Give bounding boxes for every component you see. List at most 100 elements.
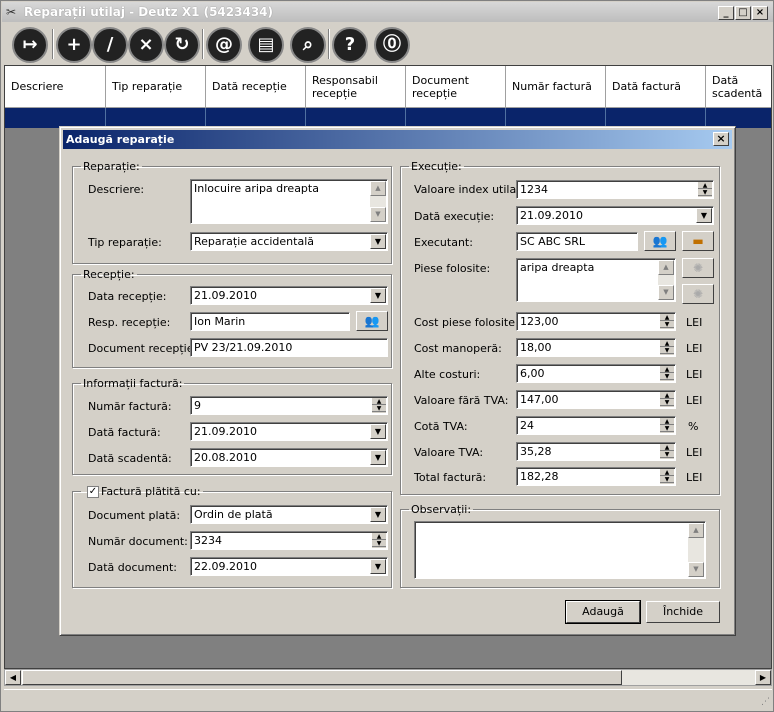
gear-icon[interactable]: ✺ [682, 284, 714, 304]
table-cell[interactable] [506, 108, 606, 128]
execution-date-label: Dată execuție: [414, 210, 495, 223]
delete-icon[interactable]: × [128, 27, 164, 63]
executant-field[interactable]: SC ABC SRL [516, 232, 638, 251]
spinner-icon[interactable]: ▲ ▼ [659, 469, 674, 484]
spinner-icon[interactable]: ▲ ▼ [659, 314, 674, 329]
notes-memo[interactable]: ▲ ▼ [414, 521, 706, 579]
chevron-down-icon[interactable]: ▼ [370, 288, 386, 303]
other-costs-field[interactable]: 6,00 ▲ ▼ [516, 364, 676, 383]
net-value-label: Valoare fără TVA: [414, 394, 509, 407]
spinner-icon[interactable]: ▲ ▼ [371, 398, 386, 413]
table-cell[interactable] [306, 108, 406, 128]
net-value-field[interactable]: 147,00 ▲ ▼ [516, 390, 676, 409]
labor-cost-field[interactable]: 18,00 ▲ ▼ [516, 338, 676, 357]
execution-date-field[interactable]: 21.09.2010 ▼ [516, 206, 714, 225]
add-icon[interactable]: + [56, 27, 92, 63]
spinner-icon[interactable]: ▲ ▼ [659, 340, 674, 355]
scroll-left-icon[interactable]: ◀ [5, 670, 21, 685]
repair-type-select[interactable]: Reparație accidentală ▼ [190, 232, 388, 251]
vat-value-field[interactable]: 35,28 ▲ ▼ [516, 442, 676, 461]
total-field[interactable]: 182,28 ▲ ▼ [516, 467, 676, 486]
document-number-field[interactable]: 3234 ▲ ▼ [190, 531, 388, 550]
column-header[interactable]: Dată scadentă [706, 66, 771, 108]
table-cell[interactable] [406, 108, 506, 128]
net-value-value: 147,00 [520, 393, 559, 406]
print-icon[interactable]: ▤ [248, 27, 284, 63]
gear-icon[interactable]: ✺ [682, 258, 714, 278]
dialog-close-button[interactable]: × [713, 132, 729, 146]
scroll-right-icon[interactable]: ▶ [755, 670, 771, 685]
payment-document-select[interactable]: Ordin de plată ▼ [190, 505, 388, 524]
parts-cost-field[interactable]: 123,00 ▲ ▼ [516, 312, 676, 331]
chevron-down-icon[interactable]: ▼ [370, 559, 386, 574]
document-date-field[interactable]: 22.09.2010 ▼ [190, 557, 388, 576]
memo-scrollbar[interactable]: ▲ ▼ [688, 523, 704, 577]
description-memo[interactable]: Inlocuire aripa dreapta ▲ ▼ [190, 179, 388, 224]
close-button[interactable]: × [752, 6, 768, 20]
horizontal-scrollbar[interactable]: ◀ ▶ [4, 669, 772, 686]
edit-icon[interactable]: / [92, 27, 128, 63]
grid-header: Descriere Tip reparație Dată recepție Re… [5, 66, 771, 108]
people-icon[interactable]: 👥 [644, 231, 676, 251]
spinner-icon[interactable]: ▲ ▼ [659, 366, 674, 381]
column-header[interactable]: Număr factură [506, 66, 606, 108]
column-header[interactable]: Document recepție [406, 66, 506, 108]
minimize-button[interactable]: _ [718, 6, 734, 20]
column-header[interactable]: Responsabil recepție [306, 66, 406, 108]
exit-icon[interactable]: ↦ [12, 27, 48, 63]
chevron-down-icon[interactable]: ▼ [370, 424, 386, 439]
search-icon[interactable]: ⌕ [290, 27, 326, 63]
refresh-icon[interactable]: ↻ [164, 27, 200, 63]
people-icon[interactable]: 👥 [356, 311, 388, 331]
column-header[interactable]: Descriere [5, 66, 106, 108]
chevron-down-icon[interactable]: ▼ [696, 208, 712, 223]
wrench-icon: ✂ [6, 5, 17, 19]
add-button[interactable]: Adaugă [565, 600, 641, 624]
memo-scrollbar[interactable]: ▲ ▼ [370, 181, 386, 222]
chevron-down-icon[interactable]: ▼ [370, 450, 386, 465]
email-icon[interactable]: @ [206, 27, 242, 63]
spinner-icon[interactable]: ▲ ▼ [371, 533, 386, 548]
scroll-thumb[interactable] [22, 670, 622, 685]
reception-responsible-label: Resp. recepție: [88, 316, 171, 329]
table-cell[interactable] [5, 108, 106, 128]
invoice-number-field[interactable]: 9 ▲ ▼ [190, 396, 388, 415]
table-cell[interactable] [606, 108, 706, 128]
scroll-down-icon: ▼ [658, 285, 674, 300]
info-icon[interactable]: ⓪ [374, 27, 410, 63]
dialog-title-bar: Adaugă reparație × [63, 130, 732, 149]
spinner-icon[interactable]: ▲ ▼ [659, 418, 674, 433]
parts-memo[interactable]: aripa dreapta ▲ ▼ [516, 258, 676, 302]
reception-responsible-value: Ion Marin [194, 315, 246, 328]
resize-grip-icon[interactable]: ⋰ [761, 697, 770, 707]
column-header[interactable]: Dată factură [606, 66, 706, 108]
parts-cost-value: 123,00 [520, 315, 559, 328]
database-icon[interactable]: ▬ [682, 231, 714, 251]
spinner-icon[interactable]: ▲ ▼ [659, 392, 674, 407]
vat-rate-field[interactable]: 24 ▲ ▼ [516, 416, 676, 435]
paid-checkbox[interactable]: ✓ [87, 486, 99, 498]
index-field[interactable]: 1234 ▲ ▼ [516, 180, 714, 199]
column-header[interactable]: Tip reparație [106, 66, 206, 108]
selected-row[interactable] [5, 108, 771, 128]
table-cell[interactable] [106, 108, 206, 128]
column-header[interactable]: Dată recepție [206, 66, 306, 108]
other-costs-value: 6,00 [520, 367, 545, 380]
table-cell[interactable] [206, 108, 306, 128]
help-icon[interactable]: ? [332, 27, 368, 63]
chevron-down-icon[interactable]: ▼ [370, 234, 386, 249]
spinner-icon[interactable]: ▲ ▼ [659, 444, 674, 459]
toolbar-separator [328, 29, 330, 59]
reception-responsible-field[interactable]: Ion Marin [190, 312, 350, 331]
invoice-number-value: 9 [194, 399, 201, 412]
close-dialog-button[interactable]: Închide [646, 601, 720, 623]
reception-document-field[interactable]: PV 23/21.09.2010 [190, 338, 388, 357]
invoice-date-field[interactable]: 21.09.2010 ▼ [190, 422, 388, 441]
reception-date-field[interactable]: 21.09.2010 ▼ [190, 286, 388, 305]
memo-scrollbar[interactable]: ▲ ▼ [658, 260, 674, 300]
maximize-button[interactable]: □ [735, 6, 751, 20]
chevron-down-icon[interactable]: ▼ [370, 507, 386, 522]
due-date-label: Dată scadentă: [88, 452, 172, 465]
due-date-field[interactable]: 20.08.2010 ▼ [190, 448, 388, 467]
spinner-icon[interactable]: ▲ ▼ [697, 182, 712, 197]
